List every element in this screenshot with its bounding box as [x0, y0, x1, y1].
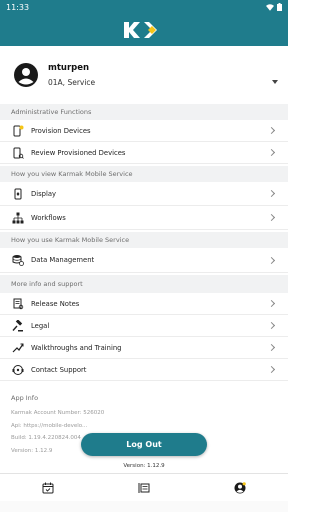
menu-item-walkthroughs-training[interactable]: Walkthroughs and Training [0, 337, 288, 359]
chevron-right-icon [267, 256, 276, 264]
menu-item-review-provisioned-devices[interactable]: Review Provisioned Devices [0, 142, 288, 164]
gesture-bar [0, 501, 288, 512]
support-icon [12, 364, 24, 376]
nav-tab-work-orders[interactable] [96, 482, 192, 494]
display-icon [12, 188, 24, 200]
battery-icon [277, 3, 282, 11]
chevron-right-icon [267, 126, 276, 135]
version-label: Version: 1.12.9 [123, 463, 165, 469]
menu-item-label: Contact Support [31, 365, 87, 374]
menu-item-display[interactable]: Display [0, 182, 288, 206]
menu-item-legal[interactable]: Legal [0, 315, 288, 337]
status-bar: 11:33 [0, 0, 288, 14]
user-selector[interactable]: mturpen 01A, Service [0, 46, 288, 104]
karmak-logo [122, 20, 166, 40]
app-bar [0, 14, 288, 46]
menu-item-release-notes[interactable]: Release Notes [0, 293, 288, 315]
menu-item-contact-support[interactable]: Contact Support [0, 359, 288, 381]
release-notes-icon [12, 298, 24, 310]
menu-item-label: Data Management [31, 256, 95, 264]
menu-item-label: Review Provisioned Devices [31, 148, 126, 157]
logout-button[interactable]: Log Out [81, 433, 207, 456]
list-icon [138, 482, 150, 493]
menu-item-data-management[interactable]: Data Management [0, 248, 288, 273]
section-header-use: How you use Karmak Mobile Service [0, 232, 288, 248]
chevron-right-icon [267, 321, 276, 330]
menu-item-label: Release Notes [31, 299, 80, 308]
section-header-view: How you view Karmak Mobile Service [0, 166, 288, 182]
app-info-api: Api: https://mobile-develo... [11, 422, 88, 429]
calendar-icon [42, 482, 54, 493]
data-management-icon [12, 254, 24, 266]
workflows-icon [12, 212, 24, 224]
status-icons [266, 3, 282, 11]
gavel-icon [12, 319, 24, 332]
menu-item-provision-devices[interactable]: Provision Devices [0, 120, 288, 142]
menu-item-label: Workflows [31, 213, 66, 222]
app-info-account: Karmak Account Number: 526020 [11, 410, 105, 416]
chevron-right-icon [267, 365, 276, 374]
bottom-nav [0, 473, 288, 501]
user-name: mturpen [48, 63, 90, 73]
nav-tab-schedule[interactable] [0, 482, 96, 494]
menu-item-label: Display [31, 189, 57, 198]
section-header-app-info: App Info [0, 389, 288, 407]
chevron-right-icon [267, 189, 276, 198]
menu-item-label: Walkthroughs and Training [31, 343, 122, 352]
chevron-right-icon [267, 213, 276, 222]
wifi-icon [266, 3, 274, 11]
chevron-right-icon [267, 299, 276, 308]
user-avatar-icon [14, 63, 38, 87]
review-devices-icon [12, 147, 24, 159]
menu-item-workflows[interactable]: Workflows [0, 206, 288, 230]
menu-item-label: Provision Devices [31, 126, 91, 135]
chevron-right-icon [267, 148, 276, 157]
user-service: 01A, Service [48, 78, 96, 87]
status-time: 11:33 [6, 2, 30, 12]
profile-icon [234, 481, 246, 493]
caret-down-icon[interactable] [272, 80, 278, 84]
section-header-more-info: More info and support [0, 275, 288, 293]
section-header-admin: Administrative Functions [0, 104, 288, 120]
training-icon [12, 342, 24, 354]
nav-tab-profile[interactable] [192, 481, 288, 494]
menu-item-label: Legal [31, 321, 50, 330]
provision-device-icon [12, 125, 24, 137]
chevron-right-icon [267, 343, 276, 352]
